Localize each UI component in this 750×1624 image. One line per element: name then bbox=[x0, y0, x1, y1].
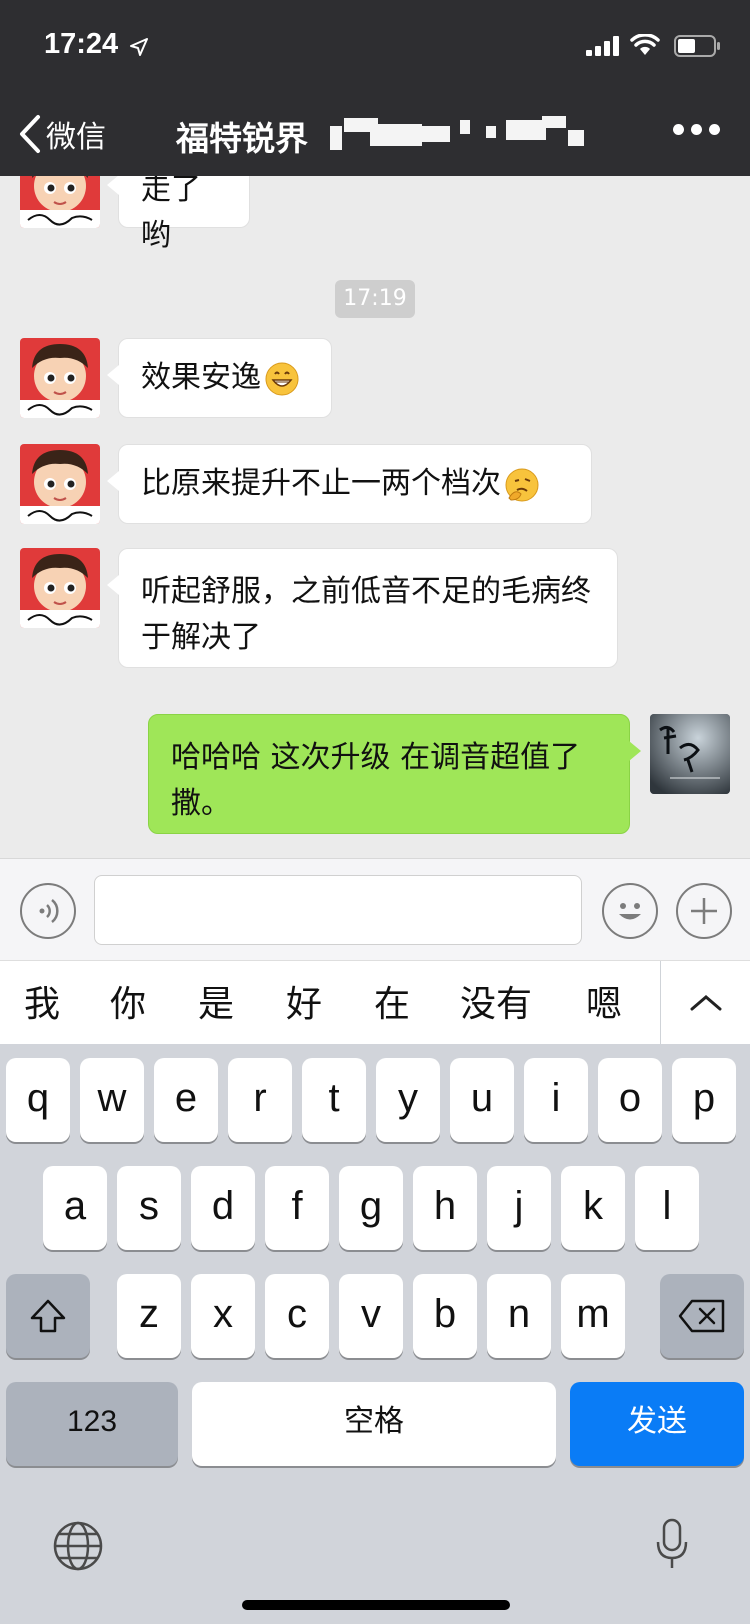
chevron-left-icon bbox=[20, 115, 40, 153]
plus-icon bbox=[691, 898, 717, 924]
more-options-button[interactable] bbox=[673, 124, 720, 135]
message-bubble-outgoing[interactable]: 哈哈哈 这次升级 在调音超值了撒。 bbox=[148, 714, 641, 834]
candidate-word[interactable]: 没有 bbox=[460, 975, 532, 1027]
contact-avatar[interactable] bbox=[20, 338, 100, 418]
microphone-icon[interactable] bbox=[654, 1518, 690, 1572]
key-t[interactable]: t bbox=[302, 1058, 366, 1142]
key-o[interactable]: o bbox=[598, 1058, 662, 1142]
message-bubble[interactable]: 走了哟 bbox=[107, 176, 250, 253]
more-functions-button[interactable] bbox=[676, 883, 732, 939]
numbers-key[interactable]: 123 bbox=[6, 1382, 178, 1466]
keyboard: q w e r t y u i o p a s d f g h j k l z … bbox=[0, 1044, 750, 1624]
backspace-key[interactable] bbox=[660, 1274, 744, 1358]
candidate-word[interactable]: 我 bbox=[24, 975, 60, 1027]
key-a[interactable]: a bbox=[43, 1166, 107, 1250]
key-i[interactable]: i bbox=[524, 1058, 588, 1142]
key-u[interactable]: u bbox=[450, 1058, 514, 1142]
key-y[interactable]: y bbox=[376, 1058, 440, 1142]
key-r[interactable]: r bbox=[228, 1058, 292, 1142]
location-arrow-icon bbox=[130, 38, 148, 56]
key-f[interactable]: f bbox=[265, 1166, 329, 1250]
status-time: 17:24 bbox=[44, 28, 119, 60]
key-x[interactable]: x bbox=[191, 1274, 255, 1358]
key-w[interactable]: w bbox=[80, 1058, 144, 1142]
back-label: 微信 bbox=[46, 120, 106, 155]
emoji-button[interactable] bbox=[602, 883, 658, 939]
input-bar bbox=[0, 858, 750, 961]
message-bubble[interactable]: 比原来提升不止一两个档次 bbox=[107, 444, 592, 524]
key-v[interactable]: v bbox=[339, 1274, 403, 1358]
timestamp: 17:19 bbox=[335, 280, 415, 318]
voice-icon bbox=[39, 899, 59, 923]
message-text: 走了哟 bbox=[141, 176, 201, 253]
key-e[interactable]: e bbox=[154, 1058, 218, 1142]
shift-icon bbox=[30, 1300, 66, 1333]
key-k[interactable]: k bbox=[561, 1166, 625, 1250]
candidate-word[interactable]: 是 bbox=[198, 975, 234, 1027]
back-button[interactable]: 微信 bbox=[18, 112, 106, 156]
send-key[interactable]: 发送 bbox=[570, 1382, 744, 1466]
grinning-emoji-icon bbox=[265, 362, 299, 395]
chevron-up-icon bbox=[690, 995, 722, 1011]
thinking-emoji-icon bbox=[505, 468, 539, 501]
chat-title: 福特锐界 bbox=[176, 119, 308, 158]
message-bubble[interactable]: 效果安逸 bbox=[107, 338, 332, 418]
contact-avatar[interactable] bbox=[20, 444, 100, 524]
contact-avatar[interactable] bbox=[20, 548, 100, 628]
voice-input-button[interactable] bbox=[20, 883, 76, 939]
candidate-word[interactable]: 嗯 bbox=[586, 975, 622, 1027]
message-text: 效果安逸 bbox=[141, 360, 261, 395]
message-input[interactable] bbox=[94, 875, 582, 945]
candidate-word[interactable]: 好 bbox=[286, 975, 322, 1027]
candidate-word[interactable]: 在 bbox=[374, 975, 410, 1027]
dot-icon bbox=[691, 124, 702, 135]
chat-area[interactable]: 走了哟 17:19 效果安逸 比原来提升不止一两个档次 听起舒服，之前低音不足的… bbox=[0, 176, 750, 858]
candidate-word[interactable]: 你 bbox=[110, 975, 146, 1027]
key-h[interactable]: h bbox=[413, 1166, 477, 1250]
wifi-icon bbox=[630, 34, 660, 55]
redacted-title-mark bbox=[330, 112, 610, 156]
key-p[interactable]: p bbox=[672, 1058, 736, 1142]
expand-candidates-button[interactable] bbox=[660, 961, 750, 1045]
message-bubble[interactable]: 听起舒服，之前低音不足的毛病终于解决了 bbox=[107, 548, 618, 668]
candidate-bar: 我 你 是 好 在 没有 嗯 bbox=[0, 960, 750, 1046]
smiley-icon bbox=[619, 903, 641, 920]
cellular-signal-icon bbox=[586, 36, 619, 56]
key-j[interactable]: j bbox=[487, 1166, 551, 1250]
key-m[interactable]: m bbox=[561, 1274, 625, 1358]
key-z[interactable]: z bbox=[117, 1274, 181, 1358]
shift-key[interactable] bbox=[6, 1274, 90, 1358]
key-s[interactable]: s bbox=[117, 1166, 181, 1250]
dot-icon bbox=[673, 124, 684, 135]
dot-icon bbox=[709, 124, 720, 135]
space-key[interactable]: 空格 bbox=[192, 1382, 556, 1466]
key-c[interactable]: c bbox=[265, 1274, 329, 1358]
backspace-icon bbox=[678, 1300, 725, 1333]
key-n[interactable]: n bbox=[487, 1274, 551, 1358]
contact-avatar[interactable] bbox=[20, 176, 100, 228]
battery-icon bbox=[674, 35, 720, 57]
key-q[interactable]: q bbox=[6, 1058, 70, 1142]
message-text: 比原来提升不止一两个档次 bbox=[141, 466, 501, 501]
message-text: 听起舒服，之前低音不足的毛病终于解决了 bbox=[141, 574, 591, 655]
key-l[interactable]: l bbox=[635, 1166, 699, 1250]
home-indicator[interactable] bbox=[242, 1600, 510, 1610]
key-b[interactable]: b bbox=[413, 1274, 477, 1358]
user-avatar[interactable] bbox=[650, 714, 730, 794]
key-g[interactable]: g bbox=[339, 1166, 403, 1250]
globe-icon[interactable] bbox=[52, 1520, 104, 1572]
top-bar: 17:24 微信 福特锐界 bbox=[0, 0, 750, 176]
key-d[interactable]: d bbox=[191, 1166, 255, 1250]
message-text: 哈哈哈 这次升级 在调音超值了撒。 bbox=[171, 740, 581, 821]
